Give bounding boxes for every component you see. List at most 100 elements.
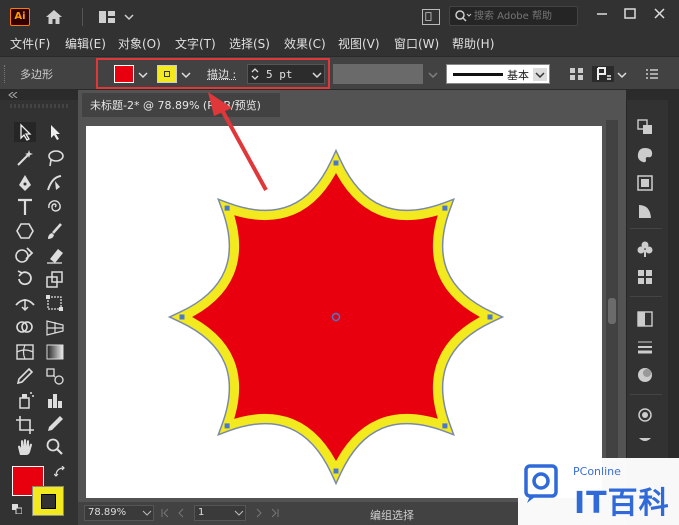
variable-width-field[interactable] (333, 64, 423, 84)
close-icon[interactable] (647, 4, 673, 24)
chevron-down-icon[interactable] (138, 71, 148, 79)
direct-selection-tool-icon[interactable] (44, 122, 66, 142)
perspective-grid-tool-icon[interactable] (44, 317, 66, 337)
scale-tool-icon[interactable] (44, 269, 66, 289)
lasso-tool-icon[interactable] (44, 148, 66, 168)
chevron-down-icon[interactable] (312, 71, 322, 79)
menu-select[interactable]: 选择(S) (229, 35, 270, 52)
anchor-point[interactable] (442, 205, 448, 211)
home-icon[interactable] (44, 8, 64, 26)
stroke-panel-icon[interactable] (636, 338, 654, 356)
title-bar: Ai (0, 0, 679, 32)
collapse-left-icon[interactable] (8, 92, 18, 98)
brush-profile-dropdown[interactable]: 基本 (446, 64, 550, 84)
stroke-weight-field[interactable] (247, 64, 325, 84)
slice-tool-icon[interactable] (44, 414, 66, 434)
column-graph-tool-icon[interactable] (44, 390, 66, 410)
dock-collapse-strip[interactable] (626, 90, 668, 100)
next-page-icon[interactable] (254, 508, 264, 518)
gradient-panel-icon[interactable] (636, 202, 654, 220)
swatches-panel-icon[interactable] (636, 268, 654, 286)
default-fill-stroke-icon[interactable] (12, 504, 22, 514)
color-panel-icon[interactable] (636, 146, 654, 164)
vertical-scroll-thumb[interactable] (608, 298, 616, 324)
artboard-tool-icon[interactable] (14, 414, 36, 434)
magic-wand-tool-icon[interactable] (14, 148, 36, 168)
anchor-point[interactable] (333, 160, 339, 166)
brushes-panel-icon[interactable] (636, 406, 654, 424)
chevron-down-icon[interactable] (533, 68, 547, 81)
symbols-panel-icon[interactable] (636, 240, 654, 258)
shaper-tool-icon[interactable] (14, 245, 36, 265)
anchor-point[interactable] (333, 468, 339, 474)
minimize-icon[interactable] (589, 4, 615, 24)
panel-grip[interactable] (4, 65, 7, 83)
blend-tool-icon[interactable] (44, 366, 66, 386)
stroke-color-box[interactable] (32, 486, 64, 516)
anchor-point[interactable] (224, 423, 230, 429)
width-tool-icon[interactable] (14, 293, 36, 313)
menu-edit[interactable]: 编辑(E) (65, 35, 106, 52)
symbol-sprayer-tool-icon[interactable] (14, 390, 36, 410)
graphic-styles-icon[interactable] (636, 430, 654, 448)
menu-type[interactable]: 文字(T) (175, 35, 216, 52)
gradient-tool-icon[interactable] (44, 342, 66, 362)
chevron-down-icon[interactable] (142, 508, 152, 518)
eyedropper-tool-icon[interactable] (14, 366, 36, 386)
stroke-weight-input[interactable] (266, 66, 306, 82)
chevron-down-icon[interactable] (234, 508, 244, 518)
menu-object[interactable]: 对象(O) (118, 35, 161, 52)
menu-view[interactable]: 视图(V) (338, 35, 380, 52)
spiral-tool-icon[interactable] (44, 197, 66, 217)
stroke-color-swatch[interactable] (157, 65, 177, 83)
selection-tool-icon[interactable] (14, 122, 36, 142)
spinner-icon[interactable] (250, 66, 260, 82)
octagram-star-shape[interactable] (86, 126, 602, 498)
first-page-icon[interactable] (160, 508, 170, 518)
tools-grip-icon[interactable] (10, 104, 70, 108)
prev-page-icon[interactable] (176, 508, 186, 518)
document-tab[interactable]: 未标题-2* @ 78.89% (RGB/预览) (82, 93, 280, 117)
pen-tool-icon[interactable] (14, 173, 36, 193)
profile-label: 基本 (507, 69, 529, 82)
search-input[interactable] (474, 8, 574, 24)
free-transform-tool-icon[interactable] (44, 293, 66, 313)
curvature-tool-icon[interactable] (44, 173, 66, 193)
anchor-point[interactable] (224, 205, 230, 211)
anchor-point[interactable] (179, 314, 185, 320)
artboard-canvas[interactable] (86, 126, 602, 498)
paintbrush-tool-icon[interactable] (44, 221, 66, 241)
chevron-down-icon[interactable] (181, 71, 191, 79)
menu-file[interactable]: 文件(F) (10, 35, 50, 52)
shape-builder-tool-icon[interactable] (14, 317, 36, 337)
maximize-icon[interactable] (617, 4, 643, 24)
color-guide-icon[interactable] (636, 174, 654, 192)
anchor-point[interactable] (487, 314, 493, 320)
chevron-down-icon[interactable] (124, 13, 134, 21)
transform-icon[interactable] (592, 66, 614, 82)
menu-window[interactable]: 窗口(W) (394, 35, 439, 52)
layers-panel-icon[interactable] (636, 118, 654, 136)
search-help-box[interactable] (449, 6, 578, 26)
anchor-point[interactable] (442, 423, 448, 429)
arrange-documents-icon[interactable] (422, 9, 440, 25)
last-page-icon[interactable] (270, 508, 280, 518)
hand-tool-icon[interactable] (14, 437, 36, 457)
appearance-panel-icon[interactable] (636, 366, 654, 384)
menu-effect[interactable]: 效果(C) (284, 35, 326, 52)
stroke-label[interactable]: 描边 : (207, 66, 236, 82)
eraser-tool-icon[interactable] (44, 245, 66, 265)
chevron-down-icon[interactable] (617, 71, 627, 79)
panel-menu-icon[interactable] (643, 66, 661, 82)
type-tool-icon[interactable] (14, 197, 36, 217)
transparency-panel-icon[interactable] (636, 310, 654, 328)
zoom-tool-icon[interactable] (44, 437, 66, 457)
fill-color-swatch[interactable] (114, 65, 134, 83)
align-grid-icon[interactable] (568, 66, 586, 82)
rotate-tool-icon[interactable] (14, 269, 36, 289)
menu-help[interactable]: 帮助(H) (452, 35, 494, 52)
polygon-tool-icon[interactable] (14, 221, 36, 241)
mesh-tool-icon[interactable] (14, 342, 36, 362)
swap-fill-stroke-icon[interactable] (54, 466, 66, 478)
workspace-layout-icon[interactable] (98, 10, 116, 24)
